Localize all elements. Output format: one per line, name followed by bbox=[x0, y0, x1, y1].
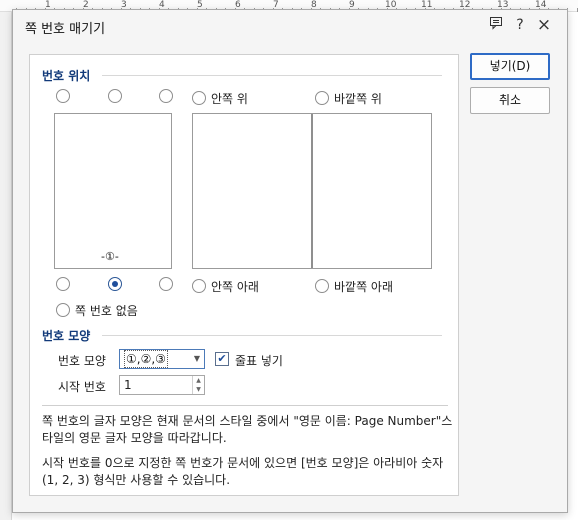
settings-panel: 번호 위치 안쪽 위 바깥쪽 위 -①- 안쪽 아래 바깥쪽 아래 쪽 번호 없… bbox=[29, 54, 459, 496]
help-button[interactable]: ? bbox=[511, 16, 529, 34]
comment-icon[interactable] bbox=[487, 16, 505, 34]
insert-button[interactable]: 넣기(D) bbox=[470, 53, 550, 80]
position-group-label: 번호 위치 bbox=[42, 69, 91, 83]
group-divider bbox=[102, 335, 442, 336]
start-number-value: 1 bbox=[124, 378, 132, 392]
position-top-right-radio[interactable] bbox=[159, 89, 173, 103]
position-outer-bottom-radio[interactable] bbox=[315, 279, 329, 293]
position-inner-bottom-radio[interactable] bbox=[192, 279, 206, 293]
document-margin bbox=[0, 12, 12, 520]
facing-pages-preview bbox=[192, 113, 432, 269]
format-field-label: 번호 모양 bbox=[58, 354, 106, 368]
position-top-left-radio[interactable] bbox=[56, 89, 70, 103]
position-top-center-radio[interactable] bbox=[108, 89, 122, 103]
cancel-button[interactable]: 취소 bbox=[470, 87, 550, 114]
single-page-preview: -①- bbox=[54, 113, 172, 269]
start-number-label: 시작 번호 bbox=[58, 380, 106, 394]
inner-bottom-label: 안쪽 아래 bbox=[211, 280, 259, 294]
spine-divider bbox=[311, 114, 313, 268]
chevron-down-icon: ▼ bbox=[193, 354, 201, 363]
position-inner-top-radio[interactable] bbox=[192, 91, 206, 105]
format-group-label: 번호 모양 bbox=[42, 329, 91, 343]
dash-decoration-checkbox[interactable]: ✔ bbox=[215, 352, 229, 366]
comment-icon-glyph bbox=[490, 17, 502, 30]
dialog-titlebar[interactable]: 쪽 번호 매기기 ? × bbox=[13, 10, 567, 40]
start-number-spinner[interactable]: 1 ▲ ▼ bbox=[119, 375, 205, 395]
number-format-dropdown[interactable]: ①,②,③ ▼ bbox=[119, 349, 205, 369]
number-format-value: ①,②,③ bbox=[124, 350, 168, 368]
dash-decoration-label: 줄표 넣기 bbox=[235, 354, 283, 368]
inner-top-label: 안쪽 위 bbox=[211, 92, 248, 106]
position-bottom-center-radio[interactable] bbox=[108, 277, 122, 291]
spin-down-icon[interactable]: ▼ bbox=[193, 385, 204, 394]
group-divider bbox=[102, 75, 442, 76]
position-bottom-right-radio[interactable] bbox=[159, 277, 173, 291]
spinner-buttons: ▲ ▼ bbox=[192, 376, 204, 394]
start-number-note: 시작 번호를 0으로 지정한 쪽 번호가 문서에 있으면 [번호 모양]은 아라… bbox=[42, 456, 444, 487]
no-page-number-label: 쪽 번호 없음 bbox=[75, 304, 138, 318]
font-style-note: 쪽 번호의 글자 모양은 현재 문서의 스타일 중에서 "영문 이름: Page… bbox=[42, 414, 453, 445]
position-bottom-left-radio[interactable] bbox=[56, 277, 70, 291]
notes-separator bbox=[42, 405, 448, 406]
spin-up-icon[interactable]: ▲ bbox=[193, 376, 204, 385]
position-outer-top-radio[interactable] bbox=[315, 91, 329, 105]
dialog-title: 쪽 번호 매기기 bbox=[25, 22, 106, 37]
no-page-number-radio[interactable] bbox=[56, 303, 70, 317]
page-number-dialog: 쪽 번호 매기기 ? × 번호 위치 안쪽 위 바깥쪽 위 -①- 안쪽 아래 … bbox=[12, 9, 568, 513]
outer-bottom-label: 바깥쪽 아래 bbox=[334, 280, 394, 294]
page-number-preview: -①- bbox=[101, 250, 119, 263]
close-button[interactable]: × bbox=[535, 16, 553, 34]
outer-top-label: 바깥쪽 위 bbox=[334, 92, 382, 106]
